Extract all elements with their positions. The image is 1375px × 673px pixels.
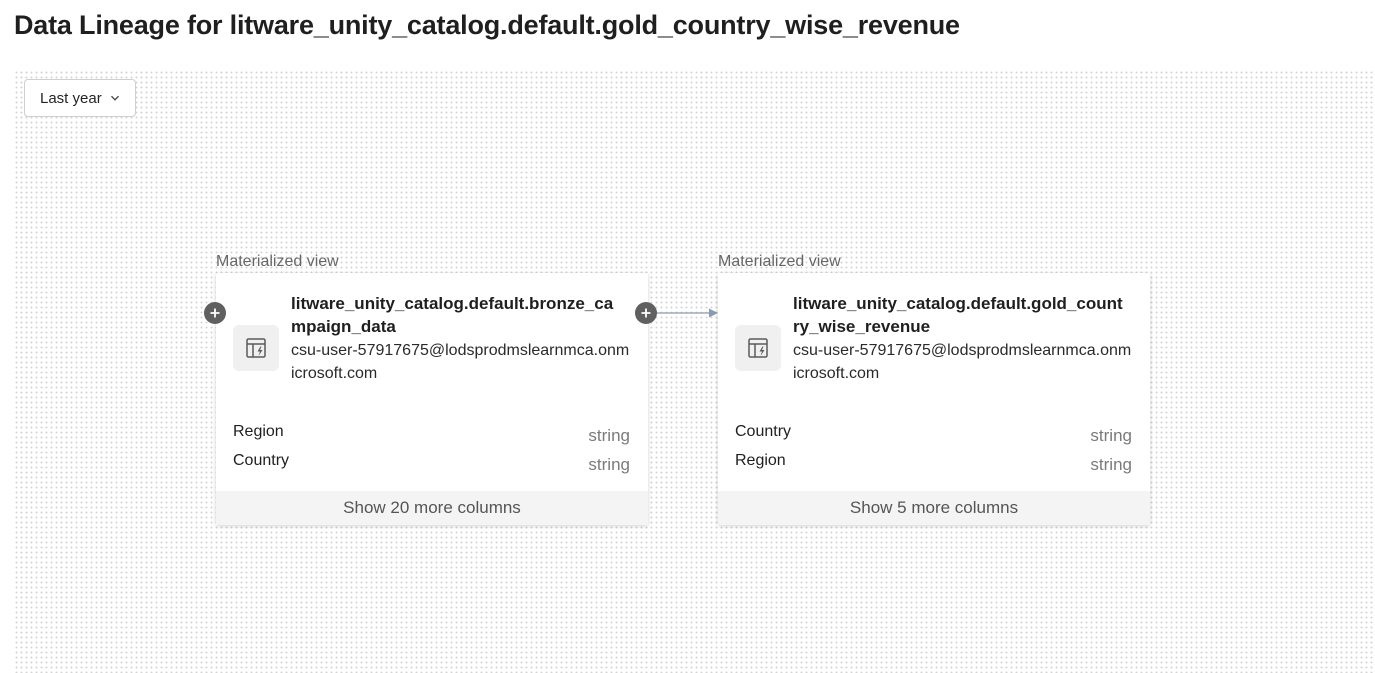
lineage-node-gold-country-wise-revenue[interactable]: litware_unity_catalog.default.gold_count… xyxy=(718,273,1150,525)
column-type: string xyxy=(1090,455,1132,474)
plus-icon xyxy=(641,308,651,318)
column-name: Region xyxy=(735,452,786,469)
table-lineage-icon xyxy=(233,325,279,371)
column-name: Country xyxy=(233,452,290,469)
column-row[interactable]: Region string xyxy=(735,452,1132,478)
column-row[interactable]: Country string xyxy=(233,452,630,478)
node-type-label: Materialized view xyxy=(216,253,339,270)
column-row[interactable]: Country string xyxy=(735,423,1132,449)
show-more-columns-button[interactable]: Show 20 more columns xyxy=(216,491,648,525)
column-type: string xyxy=(588,426,630,445)
node-type-label: Materialized view xyxy=(718,253,841,270)
expand-downstream-button[interactable] xyxy=(635,302,657,324)
show-more-columns-button[interactable]: Show 5 more columns xyxy=(718,491,1150,525)
column-type: string xyxy=(1090,426,1132,445)
time-range-select[interactable]: Last year xyxy=(24,79,136,117)
lineage-canvas[interactable]: Last year Materialized view litware_unit… xyxy=(14,70,1373,673)
node-owner: csu-user-57917675@lodsprodmslearnmca.onm… xyxy=(291,342,630,382)
column-name: Region xyxy=(233,423,284,440)
node-owner: csu-user-57917675@lodsprodmslearnmca.onm… xyxy=(793,342,1132,382)
lineage-node-bronze-campaign-data[interactable]: litware_unity_catalog.default.bronze_cam… xyxy=(216,273,648,525)
column-row[interactable]: Region string xyxy=(233,423,630,449)
table-lineage-icon xyxy=(735,325,781,371)
chevron-down-icon xyxy=(110,95,119,101)
plus-icon xyxy=(210,308,220,318)
column-type: string xyxy=(588,455,630,474)
node-title: litware_unity_catalog.default.bronze_cam… xyxy=(291,294,614,336)
column-name: Country xyxy=(735,423,792,440)
page-title: Data Lineage for litware_unity_catalog.d… xyxy=(14,10,960,40)
expand-upstream-button[interactable] xyxy=(204,302,226,324)
node-title: litware_unity_catalog.default.gold_count… xyxy=(793,294,1123,336)
time-range-value: Last year xyxy=(40,89,102,107)
